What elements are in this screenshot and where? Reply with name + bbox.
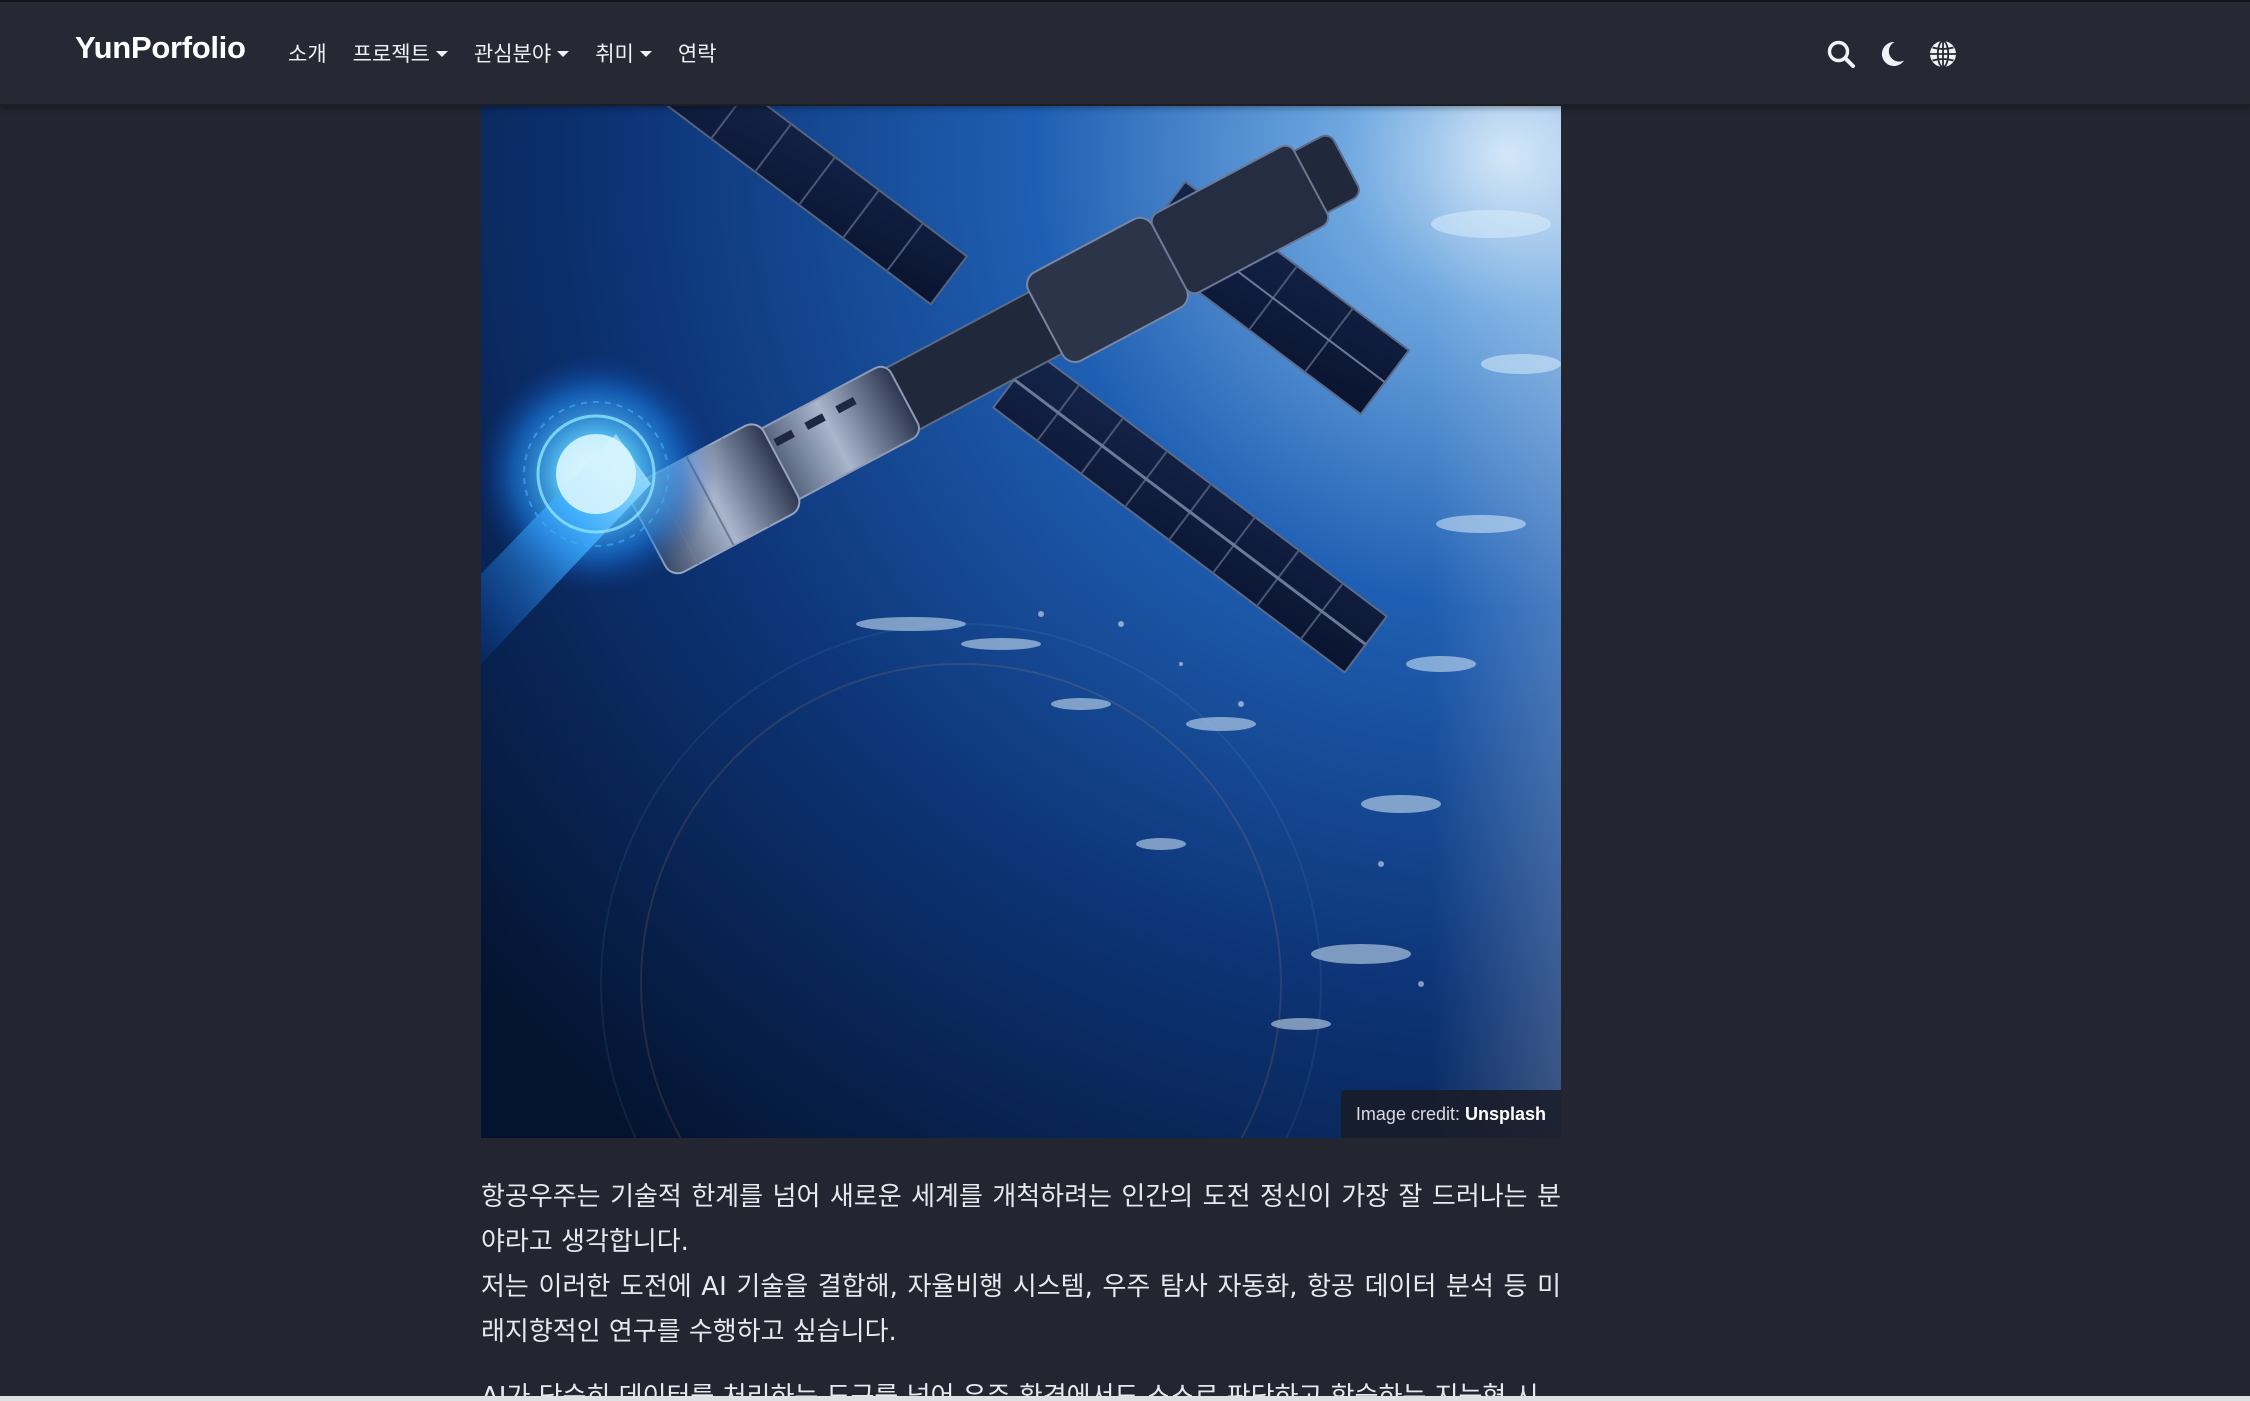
nav-item-label: 취미 [595,42,634,66]
globe-icon[interactable] [1927,38,1959,70]
navbar: YunPorfolio 소개 프로젝트 관심분야 취미 연락 [0,2,2250,106]
nav-item-label: 프로젝트 [352,42,430,66]
nav-item-label: 소개 [288,42,327,66]
caret-down-icon [557,51,570,57]
brand-logo[interactable]: YunPorfolio [75,30,246,66]
search-icon[interactable] [1825,38,1857,70]
image-credit: Image credit: Unsplash [1340,1090,1561,1138]
image-credit-link[interactable]: Unsplash [1465,1104,1546,1125]
nav-item-label: 관심분야 [473,42,552,66]
nav-menu: 소개 프로젝트 관심분야 취미 연락 [288,38,742,68]
bottom-border [0,1396,2250,1401]
caret-down-icon [639,51,652,57]
nav-item-interests[interactable]: 관심분야 [473,38,570,68]
article-paragraph: 저는 이러한 도전에 AI 기술을 결합해, 자율비행 시스템, 우주 탐사 자… [481,1272,1561,1347]
article-paragraph: 항공우주는 기술적 한계를 넘어 새로운 세계를 개척하려는 인간의 도전 정신… [481,1182,1561,1257]
nav-item-label: 연락 [677,42,717,66]
space-station-illustration [481,104,1561,1138]
nav-icon-group [1825,38,1978,70]
hero-image: Image credit: Unsplash [481,104,1561,1138]
nav-item-contact[interactable]: 연락 [678,38,717,68]
image-credit-prefix: Image credit: [1355,1103,1460,1124]
nav-item-hobbies[interactable]: 취미 [595,38,652,68]
caret-down-icon [435,51,448,57]
page: YunPorfolio 소개 프로젝트 관심분야 취미 연락 Image cre… [0,0,2250,1401]
nav-item-projects[interactable]: 프로젝트 [353,38,448,68]
article-body: 항공우주는 기술적 한계를 넘어 새로운 세계를 개척하려는 인간의 도전 정신… [481,1175,1561,1401]
moon-icon[interactable] [1876,38,1908,70]
nav-item-about[interactable]: 소개 [288,38,327,68]
